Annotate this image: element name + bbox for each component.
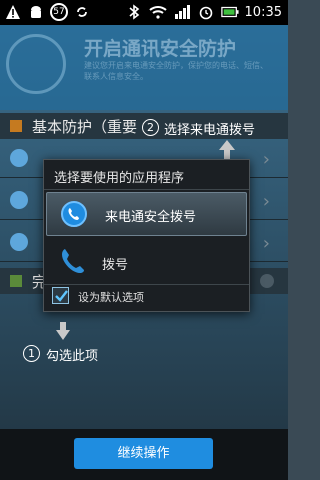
divider: [44, 284, 249, 285]
chevron-right-icon: ›: [262, 191, 270, 212]
status-bar: 57 10:35: [0, 0, 288, 25]
contact-icon: [10, 233, 28, 251]
bluetooth-icon: [125, 3, 143, 21]
step1-text: 勾选此项: [46, 349, 99, 364]
chevron-down-icon[interactable]: [260, 274, 274, 288]
signal-icon: [173, 3, 191, 21]
dialog-title: 选择要使用的应用程序: [54, 171, 185, 186]
hero-subtitle: 建议您开启来电通安全防护，保护您的电话、短信、联系人信息安全。: [84, 61, 268, 81]
section-marker-icon: [10, 275, 22, 287]
arrow-down-icon: [56, 322, 70, 340]
notification-badge: 57: [50, 3, 68, 21]
warning-icon: [4, 3, 22, 21]
badge-count: 57: [50, 3, 68, 21]
step2-number: 2: [142, 119, 159, 136]
continue-button[interactable]: 继续操作: [74, 438, 213, 469]
option-label[interactable]: 拨号: [102, 254, 128, 273]
android-icon: [27, 3, 45, 21]
step1-number: 1: [23, 345, 40, 362]
chevron-right-icon: ›: [262, 233, 270, 254]
battery-icon: [220, 3, 239, 21]
wifi-icon: [148, 3, 167, 21]
message-icon: [10, 191, 28, 209]
phone-handset-icon: [58, 246, 88, 276]
alarm-icon: [197, 3, 215, 21]
app-logo-icon: [6, 34, 66, 94]
step2-text: 选择来电通拨号: [164, 123, 256, 138]
app-chooser-dialog: 选择要使用的应用程序 来电通安全拨号 拨号 设为默认选项: [43, 159, 250, 312]
divider: [44, 189, 249, 190]
section-label: 基本防护（重要: [32, 118, 138, 136]
laidiantong-app-icon: [61, 201, 87, 227]
option-laidiantong[interactable]: 来电通安全拨号: [46, 192, 247, 236]
clock: 10:35: [244, 4, 282, 20]
section-marker-icon: [10, 120, 22, 132]
phone-icon: [10, 149, 28, 167]
default-checkbox[interactable]: [52, 287, 69, 304]
hero-title: 开启通讯安全防护: [84, 38, 237, 60]
sync-icon: [73, 3, 91, 21]
option-label: 来电通安全拨号: [105, 210, 197, 225]
checkmark-icon: [55, 290, 68, 302]
chevron-right-icon: ›: [262, 149, 270, 170]
checkbox-label[interactable]: 设为默认选项: [78, 289, 144, 305]
